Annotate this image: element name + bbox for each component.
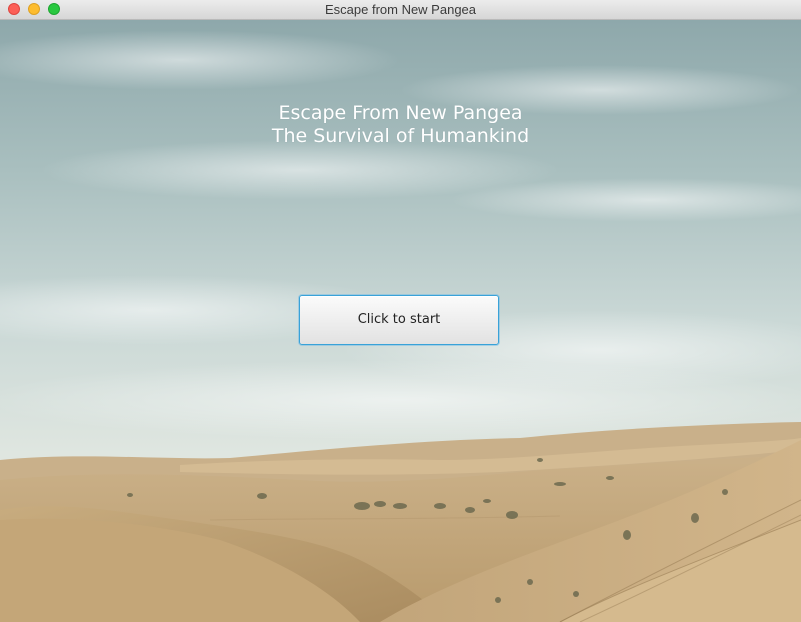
desert-background: Escape From New Pangea The Survival of H… xyxy=(0,20,801,622)
title-bar[interactable]: Escape from New Pangea xyxy=(0,0,801,20)
game-title: Escape From New Pangea xyxy=(278,102,523,124)
game-headline: Escape From New Pangea The Survival of H… xyxy=(0,102,801,148)
app-window: Escape from New Pangea Escape From New P… xyxy=(0,0,801,622)
start-button[interactable]: Click to start xyxy=(299,295,499,345)
window-title: Escape from New Pangea xyxy=(324,2,477,17)
game-subtitle: The Survival of Humankind xyxy=(271,125,530,147)
